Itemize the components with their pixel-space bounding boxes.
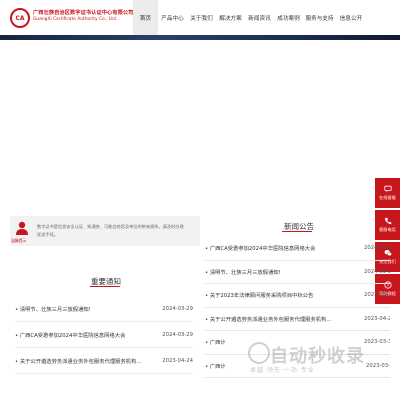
item-date: 2023-04-24 bbox=[162, 357, 193, 364]
item-title[interactable]: • 关于2023年法律顾问服务采购项目中标公告 bbox=[205, 291, 313, 299]
logo-subtitle: GuangXi Certificate Authority Co., Ltd. bbox=[33, 17, 118, 22]
item-title[interactable]: • 关于公开遴选劳务派遣业务外包服务代理服务机构... bbox=[15, 357, 141, 365]
item-title[interactable]: • 广西CA受邀参加2024中华医院信息网络大会 bbox=[15, 331, 125, 339]
item-date: 2024-03-29 bbox=[364, 268, 390, 275]
item-title[interactable]: • 关于公开遴选劳务派遣业务外包服务代理服务机构... bbox=[205, 315, 331, 323]
nav-products[interactable]: 产品中心 bbox=[158, 0, 187, 35]
item-title[interactable]: • 广西计 bbox=[205, 338, 226, 346]
list-item[interactable]: • 关于公开遴选劳务派遣业务外包服务代理服务机构... 2023-04-24 bbox=[15, 348, 193, 374]
list-item[interactable]: • 广西CA受邀参加2024中华医院信息网络大会 2024-03-29 bbox=[205, 237, 390, 261]
nav-news[interactable]: 新闻资讯 bbox=[245, 0, 274, 35]
nav-cases[interactable]: 成功案例 bbox=[274, 0, 303, 35]
item-date: 2023-03-31 bbox=[364, 292, 390, 299]
float-phone[interactable]: 客服电话 bbox=[375, 210, 400, 240]
item-date: 2024-03-29 bbox=[364, 245, 390, 252]
watermark-subtitle: 卓越·领先·一站·专业 bbox=[250, 367, 315, 374]
title-underline bbox=[282, 231, 312, 232]
item-date: 2024-03-29 bbox=[162, 305, 193, 312]
reminder-text: 数字证书是信息安全认证、知通关、可能会给您及单位的带来损失，请及时办理续发手续。 bbox=[37, 224, 184, 237]
item-date: 2024-03-29 bbox=[162, 331, 193, 338]
nav-solutions[interactable]: 解决方案 bbox=[216, 0, 245, 35]
logo-title[interactable]: 广西壮族自治区数字证书认证中心有限公司 bbox=[33, 9, 133, 16]
nav-support[interactable]: 服务与支持 bbox=[303, 0, 336, 35]
item-title[interactable]: • 广西CA受邀参加2024中华医院信息网络大会 bbox=[205, 244, 315, 252]
list-item[interactable]: • 清明节、壮族三月三放假通知! 2024-03-29 bbox=[205, 261, 390, 284]
item-date: 2023-03-31 bbox=[364, 339, 390, 346]
nav-disclosure[interactable]: 信息公开 bbox=[336, 0, 366, 35]
list-item[interactable]: • 关于2023年法律顾问服务采购项目中标公告 2023-03-31 bbox=[205, 284, 390, 308]
item-title[interactable]: • 清明节、壮族三月三放假通知! bbox=[205, 268, 281, 276]
main-nav: 首页 产品中心 关于我们 解决方案 新闻资讯 成功案例 服务与支持 信息公开 bbox=[133, 0, 366, 35]
reminder-label: 温馨提示 bbox=[11, 238, 27, 243]
phone-icon bbox=[384, 217, 391, 225]
list-item[interactable]: • 广西CA受邀参加2024中华医院信息网络大会 2024-03-29 bbox=[15, 322, 193, 348]
float-label: 客服电话 bbox=[379, 227, 396, 232]
title-underline bbox=[90, 286, 120, 287]
float-label: 在线客服 bbox=[379, 195, 396, 200]
logo-mark: CA bbox=[15, 14, 25, 22]
reminder-strip: 温馨提示 数字证书是信息安全认证、知通关、可能会给您及单位的带来损失，请及时办理… bbox=[10, 216, 200, 246]
nav-about[interactable]: 关于我们 bbox=[187, 0, 216, 35]
chat-icon bbox=[383, 185, 392, 193]
list-item[interactable]: • 关于公开遴选劳务派遣业务外包服务代理服务机构... 2023-04-24 bbox=[205, 308, 390, 331]
list-item[interactable]: • 清明节、壮族三月三放假通知! 2024-03-29 bbox=[15, 296, 193, 322]
person-icon bbox=[16, 221, 28, 235]
site-header: CA 广西壮族自治区数字证书认证中心有限公司 GuangXi Certifica… bbox=[0, 0, 400, 35]
float-online-service[interactable]: 在线客服 bbox=[375, 178, 400, 208]
item-title[interactable]: • 广西计 bbox=[205, 362, 226, 370]
watermark-logo-icon bbox=[248, 342, 270, 364]
item-date: 2023-03- bbox=[365, 362, 390, 369]
logo-icon[interactable]: CA bbox=[10, 8, 30, 28]
nav-home[interactable]: 首页 bbox=[133, 0, 158, 35]
item-date: 2023-04-24 bbox=[364, 315, 390, 322]
important-notice-list: • 清明节、壮族三月三放假通知! 2024-03-29 • 广西CA受邀参加202… bbox=[15, 296, 193, 374]
hero-banner[interactable] bbox=[0, 35, 400, 40]
item-title[interactable]: • 清明节、壮族三月三放假通知! bbox=[15, 305, 91, 313]
